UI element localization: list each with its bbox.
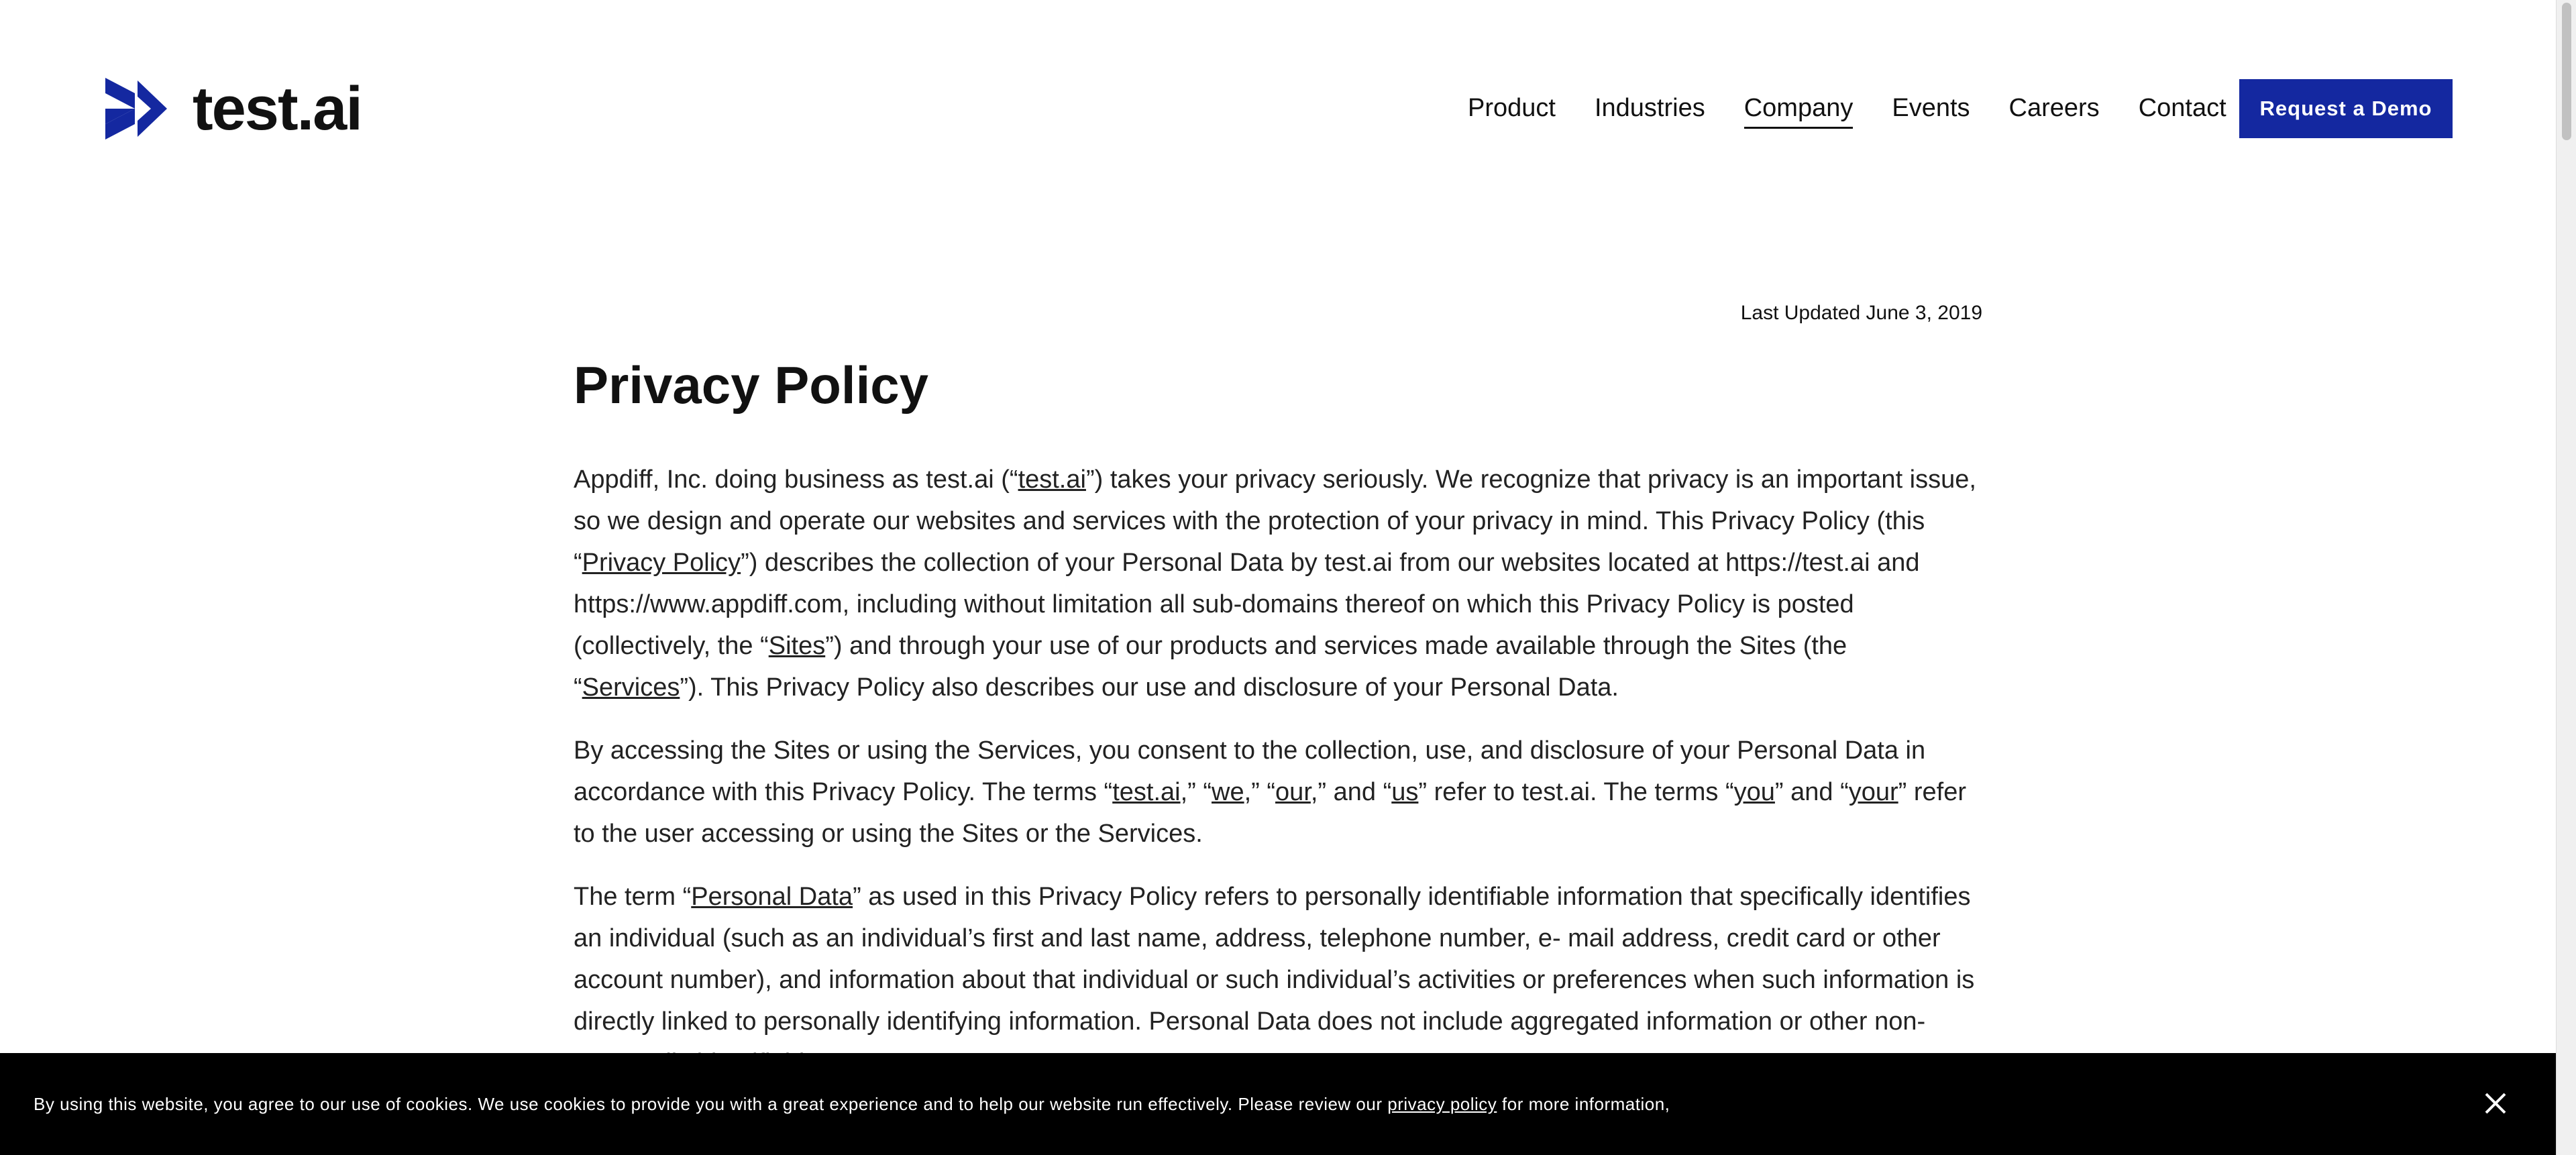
text: ” and “ [1774,778,1849,806]
cookie-text: By using this website, you agree to our … [34,1093,1388,1114]
defined-term: us [1391,778,1419,806]
defined-term: you [1733,778,1775,806]
nav-product[interactable]: Product [1468,94,1556,129]
text: ,” “ [1244,778,1276,806]
logo-chevron-icon [105,78,167,140]
defined-term: we [1212,778,1244,806]
page-title: Privacy Policy [574,355,929,415]
text: ,” “ [1180,778,1212,806]
cookie-banner: By using this website, you agree to our … [0,1053,2556,1155]
paragraph-intro: Appdiff, Inc. doing business as test.ai … [574,459,1982,708]
text: ,” and “ [1310,778,1392,806]
nav-contact[interactable]: Contact [2139,94,2226,129]
nav-industries[interactable]: Industries [1595,94,1705,129]
defined-term: test.ai [1112,778,1181,806]
nav-careers[interactable]: Careers [2009,94,2100,129]
defined-term: Services [582,673,680,702]
paragraph-consent: By accessing the Sites or using the Serv… [574,730,1982,855]
main-nav: Product Industries Company Events Career… [1468,94,2265,129]
scrollbar-thumb[interactable] [2562,3,2571,140]
text: ” as used in this Privacy Policy refers … [574,883,1975,1077]
close-icon[interactable] [2482,1090,2509,1117]
request-demo-button[interactable]: Request a Demo [2239,79,2453,138]
privacy-content: Last Updated June 3, 2019 Privacy Policy… [574,302,1982,1105]
nav-events[interactable]: Events [1892,94,1970,129]
defined-term: your [1848,778,1898,806]
cookie-message: By using this website, you agree to our … [34,1094,1670,1115]
site-header: test.ai Product Industries Company Event… [0,0,2556,221]
defined-term: Personal Data [691,883,853,911]
last-updated: Last Updated June 3, 2019 [1740,302,1982,324]
text: ” refer to test.ai. The terms “ [1418,778,1734,806]
defined-term: our [1275,778,1311,806]
text: ”). This Privacy Policy also describes o… [680,673,1619,702]
defined-term: Privacy Policy [582,549,741,577]
scrollbar[interactable] [2556,0,2576,1155]
text: The term “ [574,883,692,911]
text: Appdiff, Inc. doing business as test.ai … [574,465,1018,494]
cookie-text-after: for more information, [1497,1093,1670,1114]
privacy-policy-link[interactable]: privacy policy [1387,1094,1497,1114]
logo-text: test.ai [193,74,363,143]
defined-term: Sites [768,632,826,660]
defined-term: test.ai [1018,465,1086,494]
nav-company[interactable]: Company [1743,94,1854,129]
logo[interactable]: test.ai [105,74,363,143]
